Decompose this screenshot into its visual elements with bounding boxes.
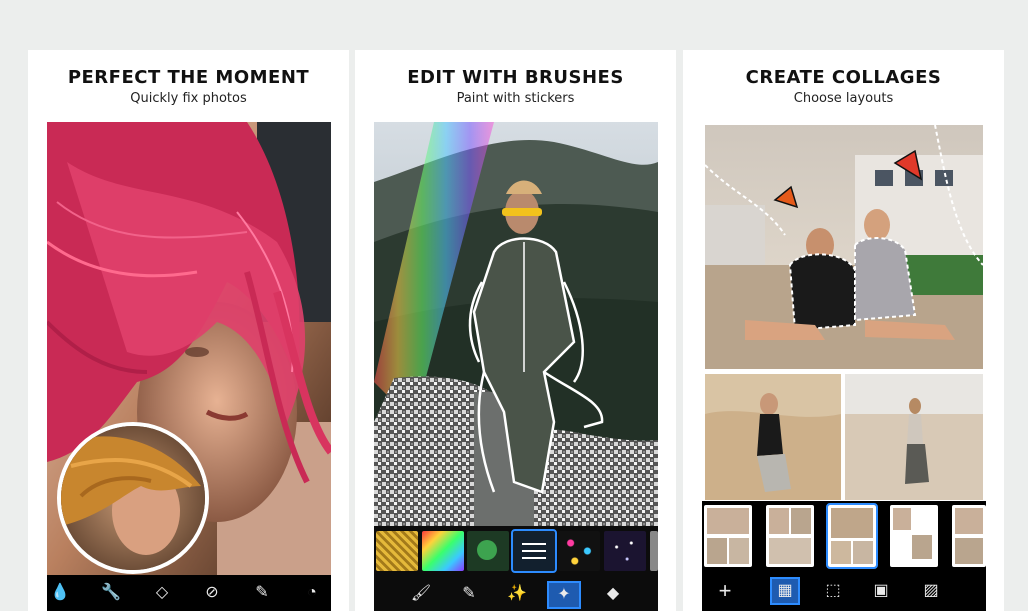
panel-perfect-the-moment: PERFECT THE MOMENT Quickly fix photos 💧 … [28, 50, 349, 611]
panel-title: PERFECT THE MOMENT [67, 67, 310, 88]
border-icon[interactable]: ▣ [870, 583, 892, 599]
wrench-icon[interactable]: 🔧 [100, 585, 122, 601]
diamond-icon[interactable]: ◇ [151, 585, 173, 601]
thumb-stars[interactable] [604, 531, 646, 571]
layout-thumb-1[interactable] [704, 505, 752, 567]
thumb-gold-glitter[interactable] [376, 531, 418, 571]
layout-thumb-5[interactable] [952, 505, 986, 567]
panel-create-collages: CREATE COLLAGES Choose layouts + ▦ ⬚ ▣ ▨ [683, 50, 1004, 611]
slider-icon [522, 543, 546, 545]
brush-photo [374, 122, 658, 526]
sticker-brush-icon[interactable]: ✦ [547, 581, 581, 609]
thumb-clover[interactable] [467, 531, 509, 571]
panel-subtitle: Quickly fix photos [130, 91, 247, 106]
brush-panel: 🖌 ✎ ✨ ✦ ◆ [374, 526, 658, 611]
erase-brush-icon[interactable]: ✎ [458, 586, 480, 602]
thumb-rainbow[interactable] [422, 531, 464, 571]
eraser-icon[interactable]: ◆ [602, 586, 624, 602]
collage-cell-3[interactable] [845, 374, 983, 500]
background-icon[interactable]: ▨ [920, 583, 942, 599]
bandage-icon[interactable]: ⊘ [201, 585, 223, 601]
clover-icon [477, 540, 497, 560]
drop-icon[interactable]: 💧 [49, 585, 71, 601]
panel-subtitle: Paint with stickers [456, 91, 575, 106]
layout-toolbar: + ▦ ⬚ ▣ ▨ [702, 501, 986, 611]
brush-icon[interactable]: 🖌 [410, 586, 432, 602]
phone-screen: 🖌 ✎ ✨ ✦ ◆ [374, 122, 658, 611]
collage-cell-1[interactable] [705, 125, 983, 369]
layout-thumb-4[interactable] [890, 505, 938, 567]
before-inset-circle [57, 422, 209, 574]
thumb-more[interactable] [650, 531, 658, 571]
panel-edit-with-brushes: EDIT WITH BRUSHES Paint with stickers 🖌 … [355, 50, 676, 611]
grid-icon[interactable]: ▦ [770, 577, 800, 605]
phone-screen: + ▦ ⬚ ▣ ▨ [702, 122, 986, 611]
add-icon[interactable]: + [714, 580, 736, 602]
collage-cell-2[interactable] [705, 374, 841, 500]
edit-toolbar: 💧 🔧 ◇ ⊘ ✎ ◔ [47, 575, 331, 611]
thumb-adjust-selected[interactable] [511, 529, 557, 573]
phone-screen: 💧 🔧 ◇ ⊘ ✎ ◔ [47, 122, 331, 611]
thumb-confetti[interactable] [558, 531, 600, 571]
layout-thumb-3-selected[interactable] [826, 503, 878, 569]
lipstick-icon[interactable]: ✎ [251, 585, 273, 601]
layout-thumb-2[interactable] [766, 505, 814, 567]
panel-title: EDIT WITH BRUSHES [407, 67, 624, 88]
ratio-icon[interactable]: ⬚ [822, 583, 844, 599]
panel-subtitle: Choose layouts [793, 91, 894, 106]
stickers-icon[interactable]: ◔ [301, 585, 323, 601]
magic-wand-icon[interactable]: ✨ [506, 586, 528, 602]
panel-title: CREATE COLLAGES [745, 67, 942, 88]
